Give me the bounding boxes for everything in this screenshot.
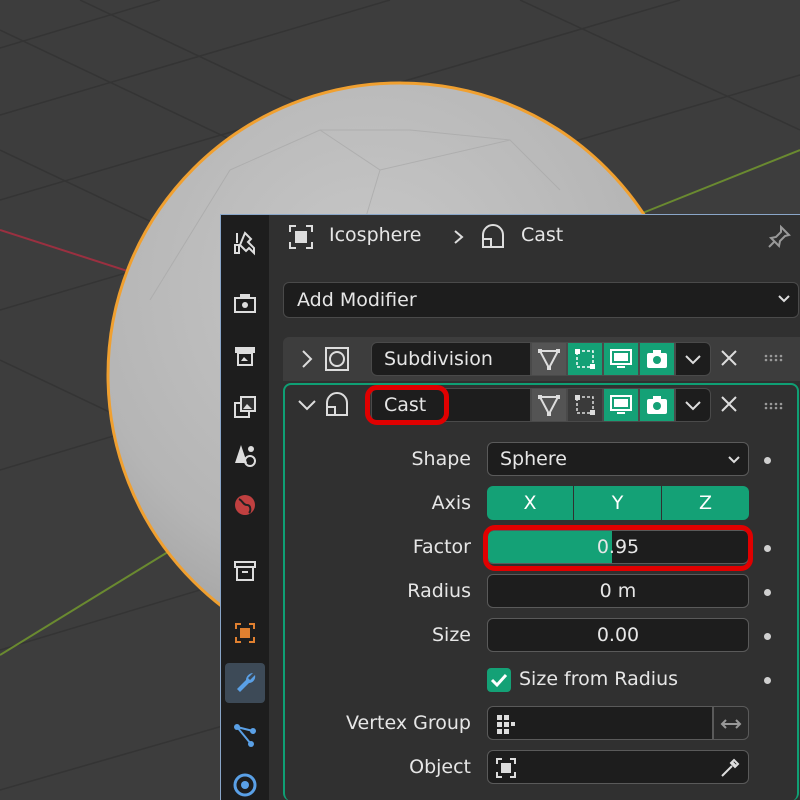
edit-mode-icon bbox=[575, 395, 595, 415]
properties-tabs bbox=[221, 215, 269, 800]
keyframe-dot[interactable] bbox=[764, 457, 771, 464]
collapse-chevron-icon[interactable] bbox=[295, 395, 319, 415]
keyframe-dot[interactable] bbox=[764, 545, 771, 552]
camera-icon bbox=[647, 396, 667, 414]
tab-world[interactable] bbox=[225, 485, 265, 525]
tab-output[interactable] bbox=[225, 335, 265, 375]
edit-mode-toggle-cast[interactable] bbox=[567, 388, 603, 422]
add-modifier-label: Add Modifier bbox=[297, 289, 417, 311]
close-icon[interactable] bbox=[717, 392, 741, 416]
radius-field[interactable]: 0 m bbox=[487, 574, 749, 608]
shape-dropdown[interactable]: Sphere bbox=[487, 442, 749, 476]
tab-tool[interactable] bbox=[225, 223, 265, 263]
factor-highlight bbox=[483, 525, 753, 571]
cast-modifier-icon bbox=[482, 224, 504, 248]
scene-icon bbox=[235, 445, 256, 467]
edit-cage-toggle-cast[interactable] bbox=[531, 388, 567, 422]
physics-icon bbox=[233, 773, 257, 797]
size-from-radius-checkbox[interactable] bbox=[487, 668, 511, 692]
realtime-toggle[interactable] bbox=[603, 342, 639, 376]
edit-cage-icon bbox=[538, 349, 560, 371]
tab-render[interactable] bbox=[225, 283, 265, 323]
world-icon bbox=[235, 495, 255, 515]
chevron-down-icon bbox=[685, 355, 701, 365]
object-field[interactable] bbox=[487, 750, 749, 784]
vertex-group-icon bbox=[497, 715, 515, 734]
radius-label: Radius bbox=[407, 580, 471, 602]
monitor-icon bbox=[610, 395, 632, 414]
eyedropper-icon[interactable] bbox=[718, 756, 742, 780]
output-icon bbox=[235, 347, 255, 366]
tab-collection[interactable] bbox=[225, 551, 265, 591]
collection-icon bbox=[234, 561, 256, 581]
tab-object[interactable] bbox=[225, 613, 265, 653]
shape-label: Shape bbox=[411, 448, 472, 470]
axis-y-toggle[interactable]: Y bbox=[574, 486, 661, 520]
checkmark-icon bbox=[490, 673, 508, 688]
object-data-icon bbox=[289, 225, 313, 249]
object-icon bbox=[235, 623, 255, 643]
cast-icon bbox=[326, 392, 348, 416]
render-toggle-cast[interactable] bbox=[639, 388, 675, 422]
axis-z-toggle[interactable]: Z bbox=[662, 486, 749, 520]
expand-chevron-icon[interactable] bbox=[297, 347, 317, 371]
breadcrumb-object: Icosphere bbox=[329, 224, 422, 246]
vertex-group-field[interactable] bbox=[487, 706, 713, 740]
chevron-down-icon bbox=[685, 401, 701, 411]
edit-mode-toggle[interactable] bbox=[567, 342, 603, 376]
particles-icon bbox=[234, 724, 256, 747]
drag-handle-icon[interactable] bbox=[763, 353, 783, 363]
properties-panel: Icosphere Cast Add Modifier Subdivision bbox=[220, 214, 800, 800]
edit-cage-icon bbox=[538, 395, 560, 417]
invert-vertex-group-button[interactable] bbox=[713, 706, 749, 740]
size-field[interactable]: 0.00 bbox=[487, 618, 749, 652]
pin-icon[interactable] bbox=[765, 223, 793, 251]
keyframe-dot[interactable] bbox=[764, 589, 771, 596]
object-label: Object bbox=[409, 756, 471, 778]
chevron-right-icon bbox=[454, 230, 464, 244]
realtime-toggle-cast[interactable] bbox=[603, 388, 639, 422]
add-modifier-dropdown[interactable]: Add Modifier bbox=[283, 282, 799, 318]
factor-label: Factor bbox=[412, 536, 471, 558]
cast-name-highlight bbox=[365, 385, 449, 425]
tab-modifiers[interactable] bbox=[225, 663, 265, 703]
keyframe-dot[interactable] bbox=[764, 633, 771, 640]
chevron-down-icon bbox=[728, 456, 740, 464]
edit-mode-icon bbox=[575, 349, 595, 369]
modifier-menu-dropdown[interactable] bbox=[675, 342, 711, 376]
size-from-radius-label: Size from Radius bbox=[519, 668, 679, 690]
modifier-properties: Icosphere Cast Add Modifier Subdivision bbox=[269, 215, 800, 800]
shape-value: Sphere bbox=[500, 448, 567, 470]
modifier-menu-dropdown-cast[interactable] bbox=[675, 388, 711, 422]
tab-scene[interactable] bbox=[225, 435, 265, 475]
breadcrumb-modifier: Cast bbox=[521, 224, 564, 246]
modifier-name-subdivision[interactable]: Subdivision bbox=[371, 342, 531, 376]
keyframe-dot[interactable] bbox=[764, 677, 771, 684]
axis-x-toggle[interactable]: X bbox=[487, 486, 573, 520]
double-arrow-icon bbox=[720, 719, 742, 729]
vertex-group-label: Vertex Group bbox=[346, 712, 471, 734]
tab-view-layer[interactable] bbox=[225, 387, 265, 427]
wrench-icon bbox=[237, 673, 256, 692]
tab-physics[interactable] bbox=[225, 765, 265, 800]
render-toggle[interactable] bbox=[639, 342, 675, 376]
drag-handle-icon[interactable] bbox=[763, 401, 783, 411]
close-icon[interactable] bbox=[717, 346, 741, 370]
monitor-icon bbox=[610, 349, 632, 368]
axis-label: Axis bbox=[431, 492, 471, 514]
edit-cage-toggle[interactable] bbox=[531, 342, 567, 376]
render-icon bbox=[234, 294, 256, 313]
camera-icon bbox=[647, 350, 667, 368]
view-layer-icon bbox=[234, 396, 256, 418]
tool-icon bbox=[234, 231, 255, 256]
object-data-icon bbox=[496, 758, 516, 778]
size-label: Size bbox=[431, 624, 471, 646]
chevron-down-icon bbox=[778, 295, 790, 303]
subdivision-icon bbox=[325, 347, 349, 371]
tab-particles[interactable] bbox=[225, 715, 265, 755]
